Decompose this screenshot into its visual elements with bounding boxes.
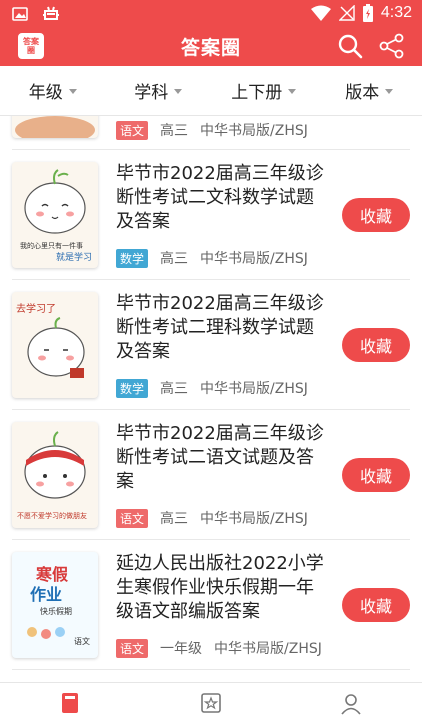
grade-label: 高三	[160, 123, 189, 139]
thumb-caption-2: 就是学习	[56, 251, 92, 263]
filter-label: 学科	[134, 83, 169, 103]
grade-label: 高三	[160, 511, 189, 527]
star-icon[interactable]	[199, 691, 223, 715]
favorite-button[interactable]: 收藏	[342, 458, 410, 492]
subject-tag: 语文	[116, 638, 149, 658]
list-item[interactable]: 去学习了 毕节市2022届高三年级诊断性考试二理科数学试题及答案 数学 高三 中…	[12, 280, 410, 410]
status-right: 4:32	[310, 4, 412, 22]
item-title[interactable]: 毕节市2022届高三年级诊断性考试二文科数学试题及答案	[116, 162, 328, 234]
thumb-caption-4: 语文	[74, 636, 90, 646]
filter-edition[interactable]: 版本	[317, 66, 422, 115]
app-actions	[336, 32, 406, 60]
publisher-label: 中华书局版/ZHSJ	[214, 641, 322, 657]
thumbnail: 去学习了	[12, 292, 98, 398]
item-title[interactable]: 毕节市2022届高三年级诊断性考试二理科数学试题及答案	[116, 292, 328, 364]
subject-tag: 语文	[116, 120, 149, 140]
caret-down-icon	[174, 89, 183, 94]
list-item[interactable]: 不愿不爱学习的做朋友 毕节市2022届高三年级诊断性考试二语文试题及答案 语文 …	[12, 410, 410, 540]
list-item[interactable]: 语文 高三 中华书局版/ZHSJ	[12, 116, 410, 150]
status-left	[12, 5, 60, 23]
grade-label: 高三	[160, 381, 189, 397]
publisher-label: 中华书局版/ZHSJ	[200, 381, 308, 397]
thumb-caption: 我的心里只有一件事	[20, 241, 83, 250]
status-time: 4:32	[380, 4, 412, 21]
item-meta: 语文 高三 中华书局版/ZHSJ	[116, 508, 308, 528]
signal-icon	[338, 5, 355, 21]
filter-label: 版本	[345, 83, 380, 103]
thumb-caption: 不愿不爱学习的做朋友	[17, 511, 87, 520]
cartoon-icon	[15, 116, 95, 138]
thumbnail	[12, 116, 98, 138]
favorite-button[interactable]: 收藏	[342, 198, 410, 232]
item-meta: 数学 高三 中华书局版/ZHSJ	[116, 248, 308, 268]
caret-down-icon	[68, 89, 77, 94]
filter-subject[interactable]: 学科	[106, 66, 212, 115]
bottom-tab-bar	[0, 682, 422, 718]
list-item[interactable]: 我的心里只有一件事 就是学习 毕节市2022届高三年级诊断性考试二文科数学试题及…	[12, 150, 410, 280]
caret-down-icon	[288, 89, 297, 94]
subject-tag: 语文	[116, 508, 149, 528]
answer-list: 语文 高三 中华书局版/ZHSJ 我的心里只有一件事 就是学习 毕节市2022届…	[0, 116, 422, 682]
filter-label: 年级	[28, 83, 63, 103]
thumb-caption: 去学习了	[16, 302, 56, 315]
user-icon[interactable]	[339, 691, 363, 715]
book-icon[interactable]	[58, 691, 82, 715]
thumbnail: 我的心里只有一件事 就是学习	[12, 162, 98, 268]
item-meta: 语文 一年级 中华书局版/ZHSJ	[116, 638, 322, 658]
subject-tag: 数学	[116, 248, 149, 268]
search-icon[interactable]	[336, 32, 364, 60]
caret-down-icon	[385, 89, 394, 94]
list-item[interactable]: 寒假 作业 快乐假期 语文 延边人民出版社2022小学生寒假作业快乐假期一年级语…	[12, 540, 410, 670]
share-icon[interactable]	[378, 32, 406, 60]
cartoon-icon: 去学习了	[16, 302, 85, 378]
grade-label: 高三	[160, 251, 189, 267]
thumb-caption-2: 作业	[30, 585, 62, 604]
item-meta: 语文 高三 中华书局版/ZHSJ	[116, 120, 308, 140]
item-title[interactable]: 延边人民出版社2022小学生寒假作业快乐假期一年级语文部编版答案	[116, 552, 328, 624]
thumb-caption: 寒假	[35, 565, 69, 584]
thumbnail: 不愿不爱学习的做朋友	[12, 422, 98, 528]
filter-bar: 年级 学科 上下册 版本	[0, 66, 422, 116]
favorite-button[interactable]: 收藏	[342, 328, 410, 362]
item-title[interactable]: 毕节市2022届高三年级诊断性考试二语文试题及答案	[116, 422, 328, 494]
image-icon	[12, 7, 28, 21]
thumb-caption-3: 快乐假期	[40, 606, 72, 616]
battery-icon	[362, 4, 373, 22]
publisher-label: 中华书局版/ZHSJ	[200, 251, 308, 267]
app-bar: 答案圈 答案圈	[0, 28, 422, 66]
cartoon-icon: 不愿不爱学习的做朋友	[17, 431, 87, 520]
grade-label: 一年级	[160, 641, 203, 657]
wifi-icon	[310, 5, 331, 21]
thumbnail: 寒假 作业 快乐假期 语文	[12, 552, 98, 658]
bug-icon	[43, 6, 59, 20]
publisher-label: 中华书局版/ZHSJ	[200, 511, 308, 527]
book-cover-icon: 寒假 作业 快乐假期 语文	[27, 565, 90, 646]
filter-label: 上下册	[231, 83, 283, 103]
filter-volume[interactable]: 上下册	[211, 66, 317, 115]
subject-tag: 数学	[116, 378, 149, 398]
item-meta: 数学 高三 中华书局版/ZHSJ	[116, 378, 308, 398]
cartoon-icon: 我的心里只有一件事 就是学习	[20, 169, 92, 263]
filter-grade[interactable]: 年级	[0, 66, 106, 115]
status-bar: 4:32	[0, 0, 422, 28]
publisher-label: 中华书局版/ZHSJ	[200, 123, 308, 139]
favorite-button[interactable]: 收藏	[342, 588, 410, 622]
